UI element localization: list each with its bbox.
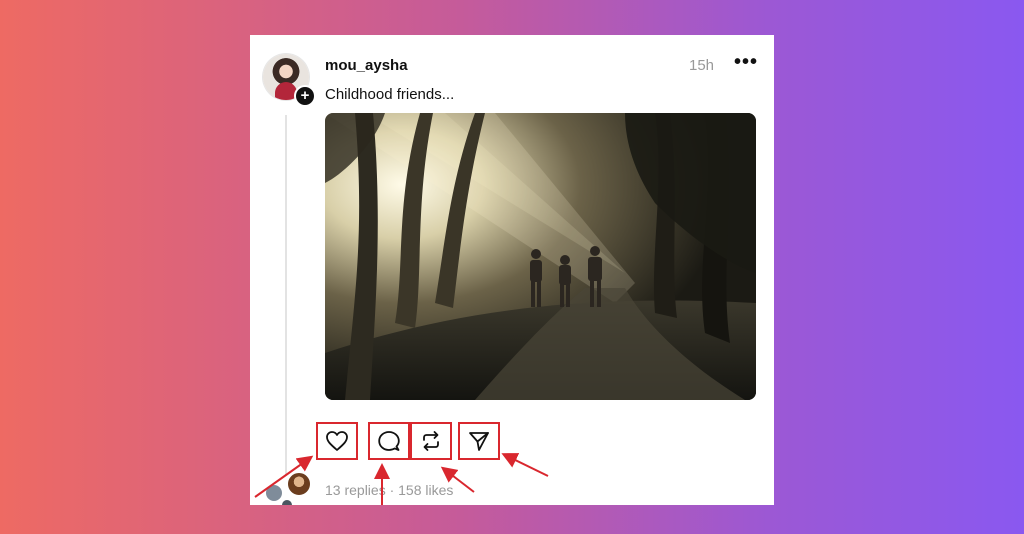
arrow-share — [501, 453, 549, 477]
arrow-like — [254, 455, 314, 498]
arrow-repost — [440, 466, 475, 493]
annotation-arrows — [254, 453, 549, 505]
